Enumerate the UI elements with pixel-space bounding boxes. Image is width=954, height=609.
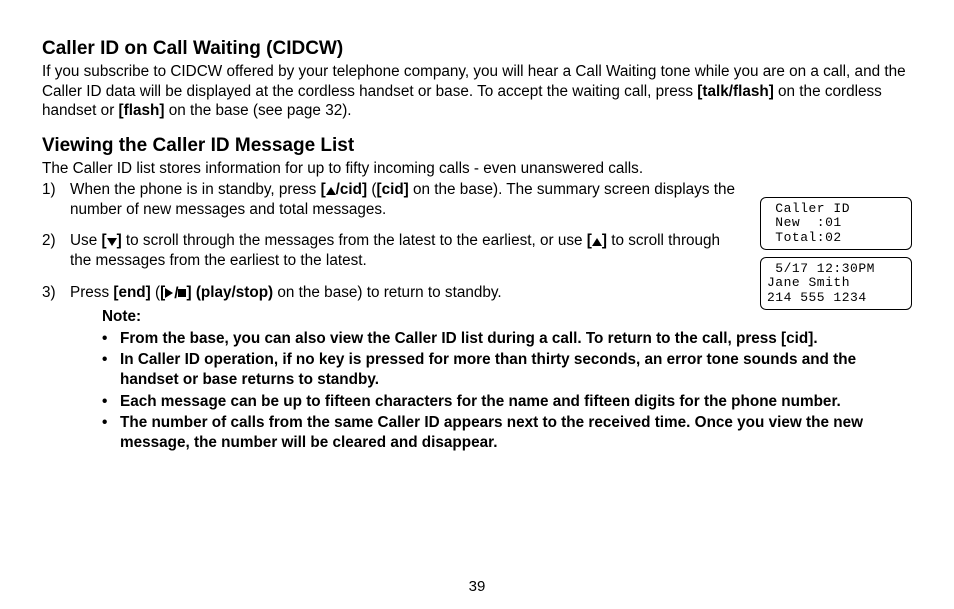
lcd-line: 214 555 1234 bbox=[767, 290, 867, 305]
step-body: Press [end] ([/] (play/stop) on the base… bbox=[70, 283, 742, 304]
key-end: [end] bbox=[113, 284, 150, 301]
note-text: From the base, you can also view the Cal… bbox=[120, 329, 914, 349]
text-run: When the phone is in standby, press bbox=[70, 181, 321, 198]
step-1: 1) When the phone is in standby, press [… bbox=[42, 180, 742, 219]
step-3: 3) Press [end] ([/] (play/stop) on the b… bbox=[42, 283, 742, 304]
key-flash: [flash] bbox=[119, 102, 165, 119]
down-arrow-icon bbox=[107, 238, 117, 246]
lcd-line: Caller ID bbox=[767, 201, 850, 216]
lcd-line: 5/17 12:30PM bbox=[767, 261, 875, 276]
bullet-icon: • bbox=[102, 413, 120, 452]
step-number: 3) bbox=[42, 283, 70, 304]
step-2: 2) Use [] to scroll through the messages… bbox=[42, 231, 742, 270]
note-item: • In Caller ID operation, if no key is p… bbox=[102, 350, 914, 389]
note-block: Note: • From the base, you can also view… bbox=[102, 307, 914, 452]
lcd-line: Total:02 bbox=[767, 230, 842, 245]
text-run: ( bbox=[151, 284, 160, 301]
section-heading-cid-list: Viewing the Caller ID Message List bbox=[42, 135, 912, 157]
step-body: When the phone is in standby, press [/ci… bbox=[70, 180, 742, 219]
page-number: 39 bbox=[0, 578, 954, 595]
bullet-icon: • bbox=[102, 350, 120, 389]
steps-list: 1) When the phone is in standby, press [… bbox=[42, 180, 742, 303]
text-run: on the base (see page 32). bbox=[164, 102, 351, 119]
lcd-line: Jane Smith bbox=[767, 275, 850, 290]
note-text: The number of calls from the same Caller… bbox=[120, 413, 914, 452]
manual-page: Caller ID on Call Waiting (CIDCW) If you… bbox=[0, 0, 954, 609]
key-cid-base: [cid] bbox=[376, 181, 408, 198]
section-heading-cidcw: Caller ID on Call Waiting (CIDCW) bbox=[42, 38, 912, 60]
up-arrow-icon bbox=[326, 187, 336, 195]
key-cid-up: [/cid] bbox=[321, 181, 368, 198]
key-play-stop: [/] (play/stop) bbox=[160, 284, 273, 301]
bullet-icon: • bbox=[102, 329, 120, 349]
key-scroll-down: [] bbox=[101, 232, 121, 249]
step-body: Use [] to scroll through the messages fr… bbox=[70, 231, 742, 270]
section-body-cidcw: If you subscribe to CIDCW offered by you… bbox=[42, 62, 912, 121]
note-text: Each message can be up to fifteen charac… bbox=[120, 392, 914, 412]
up-arrow-icon bbox=[592, 238, 602, 246]
play-stop-icon: / bbox=[165, 284, 186, 304]
step-number: 1) bbox=[42, 180, 70, 219]
lcd-line: New :01 bbox=[767, 215, 842, 230]
text-run: Use bbox=[70, 232, 101, 249]
key-scroll-up: [] bbox=[587, 232, 607, 249]
key-talk-flash: [talk/flash] bbox=[697, 83, 774, 100]
lcd-caller-detail-screen: 5/17 12:30PM Jane Smith 214 555 1234 bbox=[760, 257, 912, 310]
lcd-summary-screen: Caller ID New :01 Total:02 bbox=[760, 197, 912, 250]
text-run: on the base) to return to standby. bbox=[273, 284, 501, 301]
section-intro-cid-list: The Caller ID list stores information fo… bbox=[42, 159, 912, 179]
note-heading: Note: bbox=[102, 307, 914, 327]
text-run: Press bbox=[70, 284, 113, 301]
bullet-icon: • bbox=[102, 392, 120, 412]
text-run: to scroll through the messages from the … bbox=[122, 232, 587, 249]
key-label: /cid] bbox=[336, 181, 367, 198]
bracket-close-label: ] (play/stop) bbox=[186, 284, 273, 301]
step-number: 2) bbox=[42, 231, 70, 270]
note-item: • The number of calls from the same Call… bbox=[102, 413, 914, 452]
note-text: In Caller ID operation, if no key is pre… bbox=[120, 350, 914, 389]
note-item: • Each message can be up to fifteen char… bbox=[102, 392, 914, 412]
note-item: • From the base, you can also view the C… bbox=[102, 329, 914, 349]
